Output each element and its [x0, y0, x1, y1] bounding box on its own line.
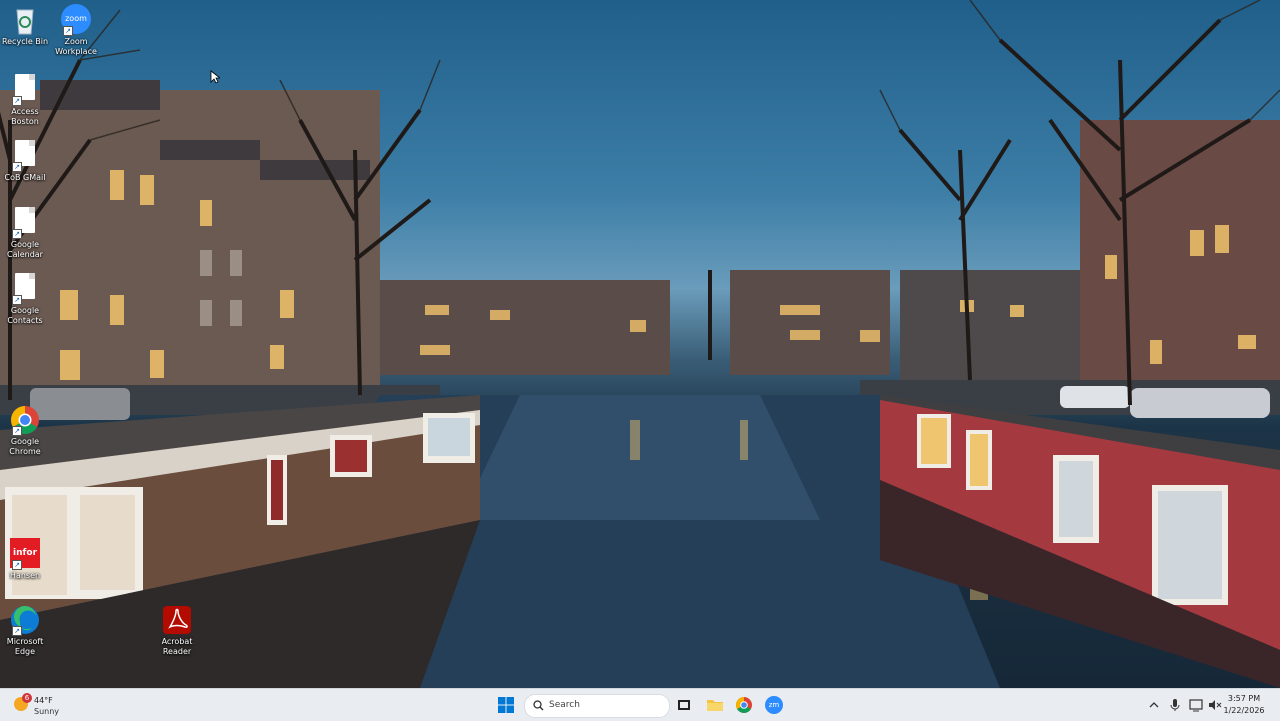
- shortcut-arrow-icon: ↗: [12, 96, 22, 106]
- desktop-icon-access-boston[interactable]: ↗ Access Boston: [0, 72, 55, 127]
- display-icon: [1189, 699, 1203, 712]
- desktop-icon-label: Zoom Workplace: [55, 37, 97, 56]
- taskbar: 6 44°F Sunny Search zm 3:57 PM 1/22/2026: [0, 688, 1280, 721]
- weather-temperature: 44°F: [34, 696, 53, 705]
- desktop-icon-label: Hansen: [9, 571, 41, 580]
- acrobat-icon: [162, 604, 192, 636]
- shortcut-arrow-icon: ↗: [63, 26, 73, 36]
- document-icon: ↗: [10, 273, 40, 305]
- edge-icon: ↗: [10, 604, 40, 636]
- desktop-icon-label: Google Chrome: [9, 437, 41, 456]
- search-icon: [533, 700, 544, 711]
- search-placeholder: Search: [549, 700, 580, 710]
- file-explorer-icon: [707, 700, 723, 711]
- desktop-icon-microsoft-edge[interactable]: ↗ Microsoft Edge: [0, 604, 55, 657]
- microphone-icon: [1170, 699, 1180, 711]
- document-icon: ↗: [10, 140, 40, 172]
- infor-icon: infor ↗: [10, 538, 40, 570]
- shortcut-arrow-icon: ↗: [12, 295, 22, 305]
- desktop-icon-label: CoB GMail: [4, 173, 46, 182]
- recycle-bin-icon: [10, 4, 40, 36]
- desktop-icon-hansen[interactable]: infor ↗ Hansen: [0, 538, 55, 581]
- clock-time: 3:57 PM: [1227, 694, 1261, 703]
- start-button[interactable]: [494, 693, 518, 717]
- desktop-icon-label: Acrobat Reader: [161, 637, 193, 656]
- clock-date: 1/22/2026: [1223, 706, 1265, 715]
- shortcut-arrow-icon: ↗: [12, 426, 22, 436]
- desktop-icon-label: Microsoft Edge: [6, 637, 44, 656]
- desktop-icon-label: Access Boston: [11, 107, 39, 126]
- chrome-taskbar-button[interactable]: [732, 693, 756, 717]
- desktop-wallpaper: Recycle Bin zoom ↗ Zoom Workplace ↗ Acce…: [0, 0, 1280, 688]
- clock[interactable]: 3:57 PM 1/22/2026: [1220, 693, 1268, 717]
- microphone-tray-button[interactable]: [1166, 693, 1184, 717]
- windows-start-icon: [498, 697, 514, 713]
- notification-badge: 6: [22, 693, 32, 703]
- zoom-icon: zm: [765, 696, 783, 714]
- file-explorer-button[interactable]: [703, 693, 727, 717]
- desktop-icon-zoom-workplace[interactable]: zoom ↗ Zoom Workplace: [46, 4, 106, 57]
- shortcut-arrow-icon: ↗: [12, 162, 22, 172]
- taskbar-search-box[interactable]: Search: [524, 694, 670, 718]
- document-icon: ↗: [10, 74, 40, 106]
- shortcut-arrow-icon: ↗: [12, 560, 22, 570]
- desktop-icon-cob-gmail[interactable]: ↗ CoB GMail: [0, 138, 55, 183]
- desktop-icon-google-contacts[interactable]: ↗ Google Contacts: [0, 271, 55, 326]
- desktop-icon-label: Google Contacts: [7, 306, 43, 325]
- document-icon: ↗: [10, 207, 40, 239]
- desktop-icon-google-calendar[interactable]: ↗ Google Calendar: [0, 205, 55, 260]
- mouse-cursor-icon: [210, 69, 222, 88]
- weather-condition: Sunny: [34, 707, 60, 716]
- show-hidden-icons-button[interactable]: [1146, 693, 1162, 717]
- task-view-icon: [678, 700, 690, 710]
- desktop-icon-acrobat-reader[interactable]: Acrobat Reader: [147, 604, 207, 657]
- zoom-taskbar-button[interactable]: zm: [762, 693, 786, 717]
- display-tray-button[interactable]: [1187, 693, 1205, 717]
- desktop-icon-google-chrome[interactable]: ↗ Google Chrome: [0, 404, 55, 457]
- wallpaper-scene: [0, 0, 1280, 688]
- zoom-icon: zoom ↗: [61, 4, 91, 36]
- chrome-icon: ↗: [10, 404, 40, 436]
- shortcut-arrow-icon: ↗: [12, 229, 22, 239]
- chevron-up-icon: [1149, 702, 1159, 708]
- desktop-icon-label: Google Calendar: [7, 240, 43, 259]
- shortcut-arrow-icon: ↗: [12, 626, 22, 636]
- chrome-icon: [736, 697, 752, 713]
- task-view-button[interactable]: [672, 693, 696, 717]
